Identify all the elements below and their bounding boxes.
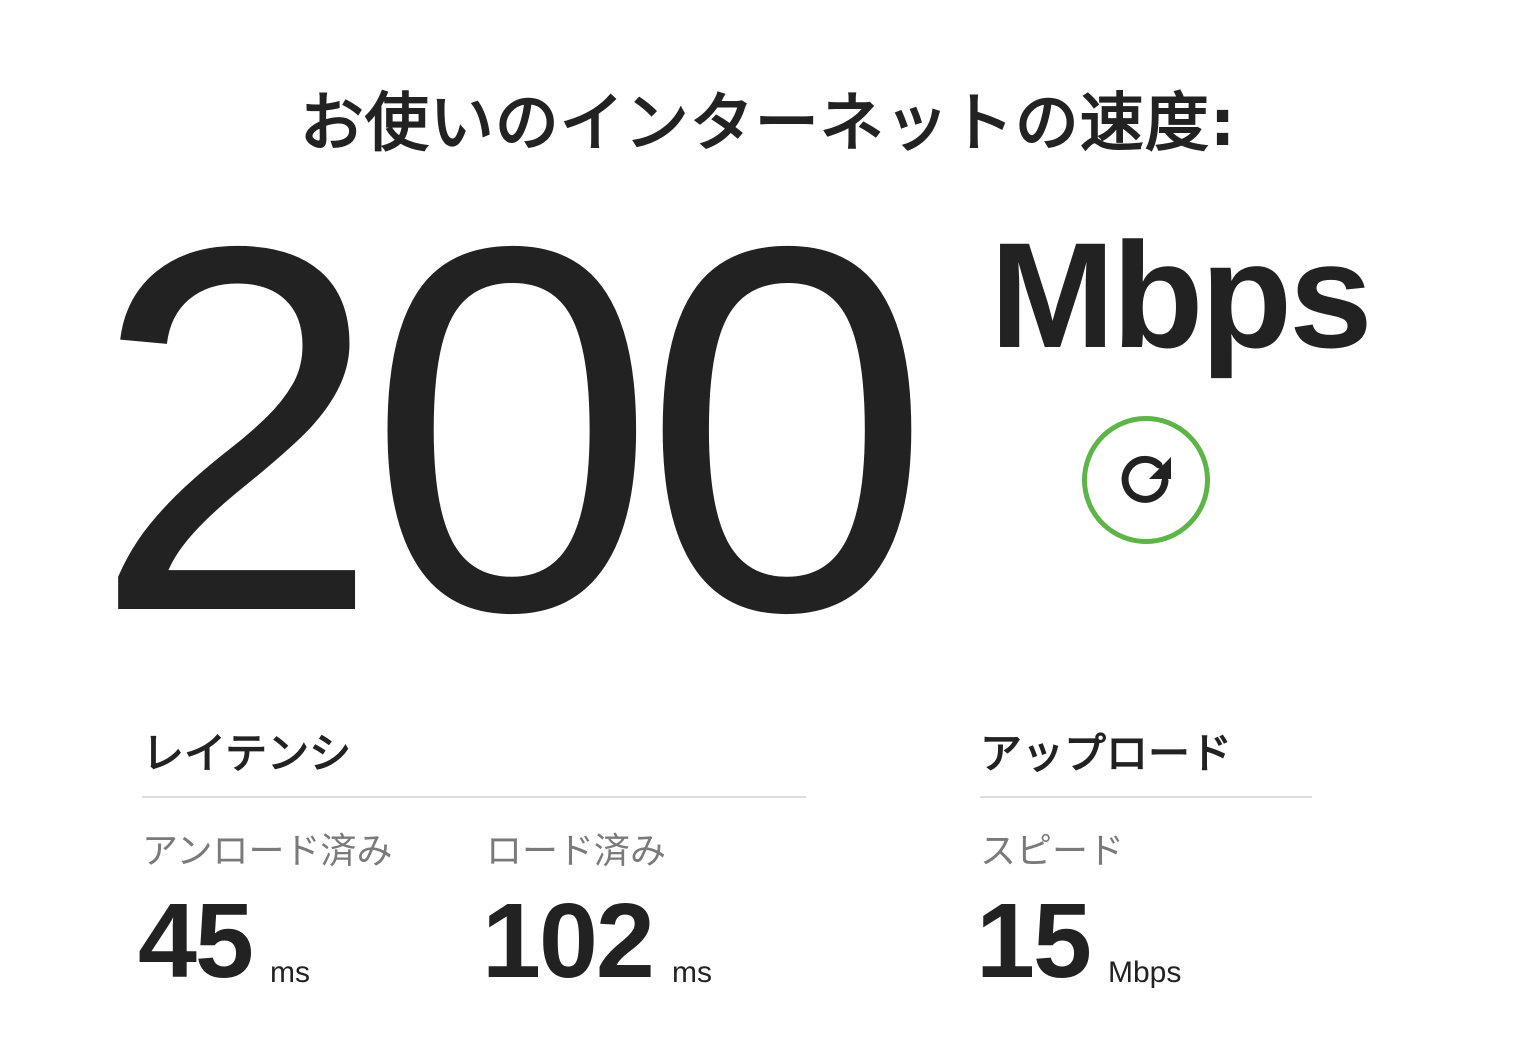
latency-section-title: レイテンシ <box>142 729 352 778</box>
upload-section-title: アップロード <box>980 729 1233 778</box>
upload-speed-unit: Mbps <box>1108 956 1182 989</box>
refresh-icon <box>1113 445 1179 515</box>
loaded-latency-unit: ms <box>672 956 712 989</box>
unloaded-latency-label: アンロード済み <box>142 831 393 872</box>
refresh-button[interactable] <box>1082 416 1210 544</box>
download-speed-unit: Mbps <box>990 211 1373 379</box>
unloaded-latency-unit: ms <box>270 956 310 989</box>
upload-speed-value: 15 <box>976 882 1092 1000</box>
unloaded-latency-value: 45 <box>138 882 254 1000</box>
upload-speed-label: スピード <box>980 831 1125 872</box>
upload-divider <box>980 796 1312 798</box>
loaded-latency-label: ロード済み <box>486 831 667 872</box>
loaded-latency-value: 102 <box>482 882 655 1000</box>
download-speed-value: 200 <box>92 139 932 720</box>
latency-divider <box>142 796 806 798</box>
